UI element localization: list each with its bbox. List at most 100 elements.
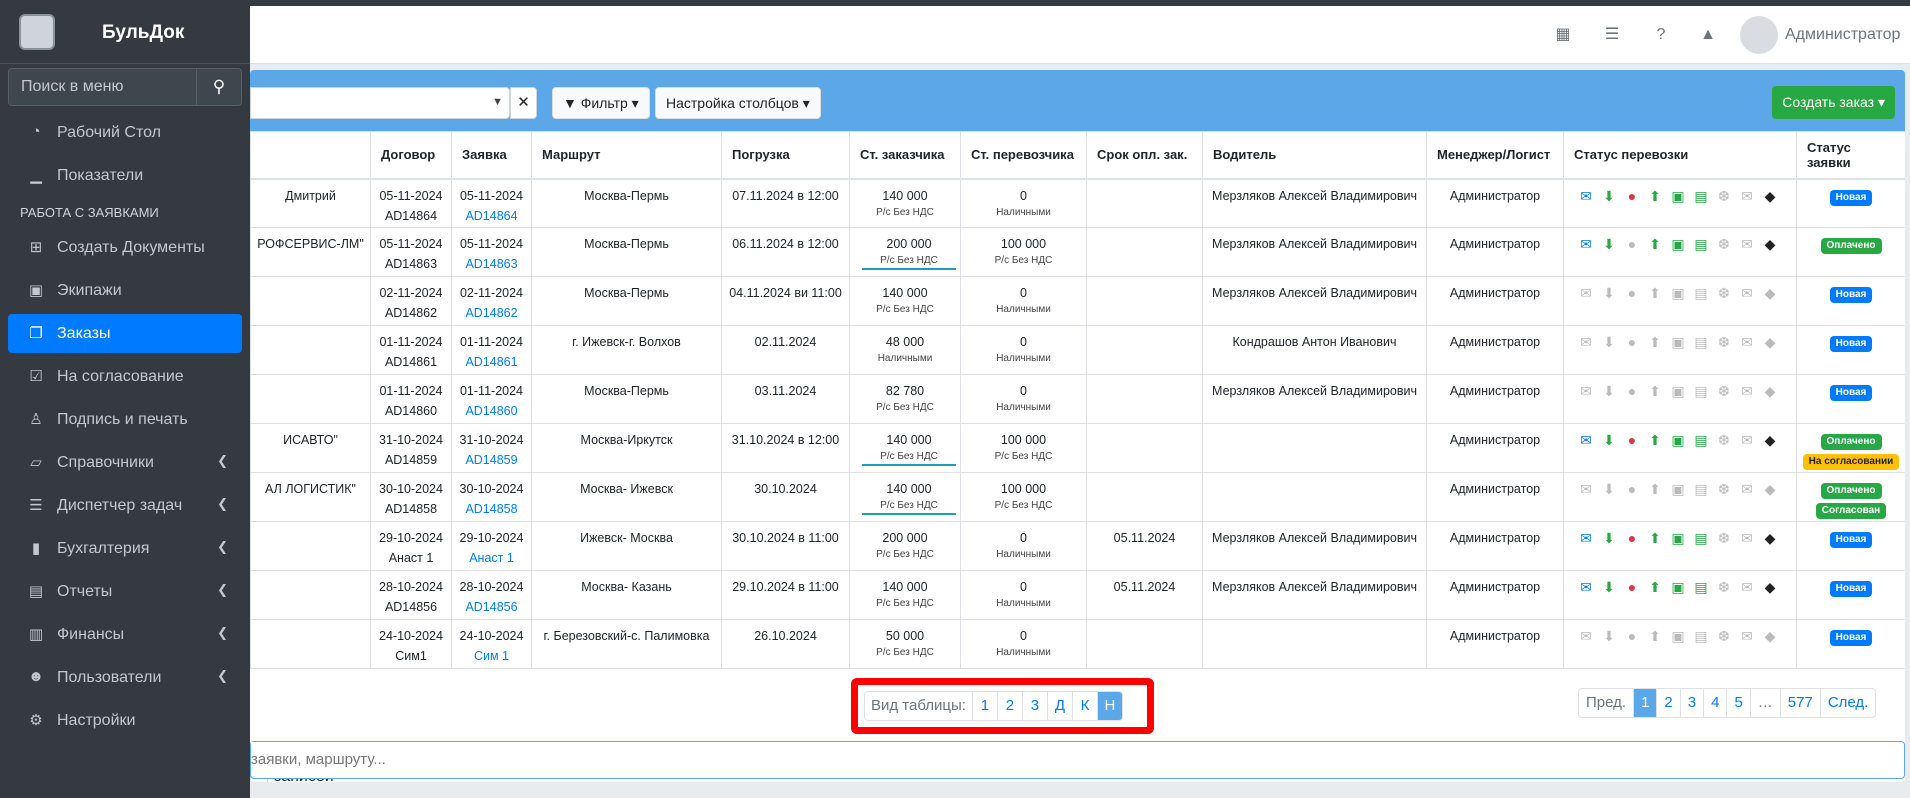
cash-icon[interactable]: ▤ xyxy=(1691,332,1711,352)
table-row[interactable]: Дмитрий 05-11-2024 AD14864 05-11-2024 AD1486… xyxy=(250,178,1905,228)
download-icon[interactable]: ⬇ xyxy=(1599,626,1619,646)
sticker-icon[interactable]: ❆ xyxy=(1714,528,1734,548)
invoice-icon[interactable]: ▣ xyxy=(1668,234,1688,254)
request-link[interactable]: AD14858 xyxy=(456,499,527,519)
sidebar-item-folder-open[interactable]: ▱ Справочники ❮ xyxy=(8,443,242,482)
calculator-icon[interactable]: ▦ xyxy=(1552,24,1574,46)
driver-icon[interactable]: ● xyxy=(1622,381,1642,401)
driver-icon[interactable]: ● xyxy=(1622,283,1642,303)
upload-icon[interactable]: ⬆ xyxy=(1645,577,1665,597)
driver-icon[interactable]: ● xyxy=(1622,577,1642,597)
mail-icon[interactable]: ✉ xyxy=(1576,381,1596,401)
sidebar-item-dashboard[interactable]: ◔ Рабочий Стол xyxy=(8,113,242,152)
view-option[interactable]: К xyxy=(1071,692,1097,720)
sticker-icon[interactable]: ❆ xyxy=(1714,430,1734,450)
sticker-icon[interactable]: ❆ xyxy=(1714,283,1734,303)
sidebar-item-plus-square[interactable]: ⊞ Создать Документы xyxy=(8,228,242,267)
mail-icon[interactable]: ✉ xyxy=(1576,626,1596,646)
client-select[interactable]: ▼ xyxy=(250,87,510,119)
next-page-button[interactable]: След. xyxy=(1819,689,1876,717)
column-header[interactable]: Менеджер/Логист xyxy=(1426,131,1564,180)
mail-icon[interactable]: ✉ xyxy=(1576,430,1596,450)
shield-icon[interactable]: ◆ xyxy=(1760,528,1780,548)
column-header[interactable]: Договор xyxy=(370,131,452,180)
envelope-icon[interactable]: ✉ xyxy=(1737,528,1757,548)
sidebar-item-users[interactable]: ☻ Пользователи ❮ xyxy=(8,658,242,697)
request-link[interactable]: AD14861 xyxy=(456,352,527,372)
upload-icon[interactable]: ⬆ xyxy=(1645,626,1665,646)
column-header[interactable]: Заявка xyxy=(451,131,532,180)
sidebar-item-tasks[interactable]: ☰ Диспетчер задач ❮ xyxy=(8,486,242,525)
column-header[interactable]: Статус перевозки xyxy=(1563,131,1797,180)
shield-icon[interactable]: ◆ xyxy=(1760,381,1780,401)
mail-icon[interactable]: ✉ xyxy=(1576,528,1596,548)
driver-icon[interactable]: ● xyxy=(1622,528,1642,548)
search-icon[interactable]: ⚲ xyxy=(196,68,242,106)
driver-icon[interactable]: ● xyxy=(1622,332,1642,352)
sidebar-item-stamp[interactable]: ♙ Подпись и печать xyxy=(8,400,242,439)
page-button[interactable]: 3 xyxy=(1679,689,1703,717)
cash-icon[interactable]: ▤ xyxy=(1691,186,1711,206)
shield-icon[interactable]: ◆ xyxy=(1760,234,1780,254)
envelope-icon[interactable]: ✉ xyxy=(1737,283,1757,303)
sidebar-item-money[interactable]: ▥ Финансы ❮ xyxy=(8,615,242,654)
order-search-input[interactable] xyxy=(251,742,1851,776)
download-icon[interactable]: ⬇ xyxy=(1599,381,1619,401)
envelope-icon[interactable]: ✉ xyxy=(1737,381,1757,401)
page-button[interactable]: 1 xyxy=(1633,689,1657,717)
request-link[interactable]: Анаст 1 xyxy=(456,548,527,568)
sidebar-item-gear[interactable]: ⚙ Настройки xyxy=(8,701,242,740)
envelope-icon[interactable]: ✉ xyxy=(1737,626,1757,646)
avatar[interactable] xyxy=(1740,16,1778,54)
sticker-icon[interactable]: ❆ xyxy=(1714,479,1734,499)
table-row[interactable]: АЛ ЛОГИСТИК" 30-10-2024 AD14858 30-10-2024 A… xyxy=(250,472,1905,522)
envelope-icon[interactable]: ✉ xyxy=(1737,479,1757,499)
request-link[interactable]: Сим 1 xyxy=(456,646,527,666)
download-icon[interactable]: ⬇ xyxy=(1599,430,1619,450)
view-option[interactable]: 1 xyxy=(971,692,997,720)
table-row[interactable]: РОФСЕРВИС-ЛМ" 05-11-2024 AD14863 05-11-2024… xyxy=(250,227,1905,277)
download-icon[interactable]: ⬇ xyxy=(1599,577,1619,597)
table-row[interactable]: 02-11-2024 AD14862 02-11-2024 AD14862 Москва… xyxy=(250,276,1905,326)
sticker-icon[interactable]: ❆ xyxy=(1714,381,1734,401)
user-name[interactable]: Администратор xyxy=(1785,26,1900,44)
sticker-icon[interactable]: ❆ xyxy=(1714,186,1734,206)
sidebar-item-id-card[interactable]: ▣ Экипажи xyxy=(8,271,242,310)
upload-icon[interactable]: ⬆ xyxy=(1645,332,1665,352)
upload-icon[interactable]: ⬆ xyxy=(1645,528,1665,548)
create-order-button[interactable]: Создать заказ ▾ xyxy=(1772,86,1895,119)
view-option[interactable]: 2 xyxy=(996,692,1022,720)
shield-icon[interactable]: ◆ xyxy=(1760,430,1780,450)
filter-button[interactable]: ▼ Фильтр ▾ xyxy=(552,87,650,119)
sidebar-item-report[interactable]: ▤ Отчеты ❮ xyxy=(8,572,242,611)
invoice-icon[interactable]: ▣ xyxy=(1668,283,1688,303)
shield-icon[interactable]: ◆ xyxy=(1760,283,1780,303)
request-link[interactable]: AD14859 xyxy=(456,450,527,470)
sidebar-item-copy[interactable]: ❐ Заказы xyxy=(8,314,242,353)
invoice-icon[interactable]: ▣ xyxy=(1668,528,1688,548)
upload-icon[interactable]: ⬆ xyxy=(1645,186,1665,206)
sidebar-item-chart[interactable]: ▁ Показатели xyxy=(8,156,242,195)
upload-icon[interactable]: ⬆ xyxy=(1645,479,1665,499)
sidebar-item-clipboard-check[interactable]: ☑ На согласование xyxy=(8,357,242,396)
download-icon[interactable]: ⬇ xyxy=(1599,234,1619,254)
columns-button[interactable]: Настройка столбцов ▾ xyxy=(655,87,821,119)
envelope-icon[interactable]: ✉ xyxy=(1737,186,1757,206)
driver-icon[interactable]: ● xyxy=(1622,430,1642,450)
envelope-icon[interactable]: ✉ xyxy=(1737,430,1757,450)
table-row[interactable]: 24-10-2024 Сим1 24-10-2024 Сим 1 г. Березовс… xyxy=(250,619,1905,669)
cash-icon[interactable]: ▤ xyxy=(1691,577,1711,597)
brand[interactable]: БульДок xyxy=(0,0,250,64)
prev-page-button[interactable]: Пред. xyxy=(1579,689,1633,717)
invoice-icon[interactable]: ▣ xyxy=(1668,381,1688,401)
cash-icon[interactable]: ▤ xyxy=(1691,234,1711,254)
shield-icon[interactable]: ◆ xyxy=(1760,479,1780,499)
request-link[interactable]: AD14863 xyxy=(456,254,527,274)
cash-icon[interactable]: ▤ xyxy=(1691,283,1711,303)
cash-icon[interactable]: ▤ xyxy=(1691,528,1711,548)
table-row[interactable]: 01-11-2024 AD14860 01-11-2024 AD14860 Москва… xyxy=(250,374,1905,424)
cash-icon[interactable]: ▤ xyxy=(1691,479,1711,499)
download-icon[interactable]: ⬇ xyxy=(1599,186,1619,206)
download-icon[interactable]: ⬇ xyxy=(1599,479,1619,499)
upload-icon[interactable]: ⬆ xyxy=(1645,430,1665,450)
